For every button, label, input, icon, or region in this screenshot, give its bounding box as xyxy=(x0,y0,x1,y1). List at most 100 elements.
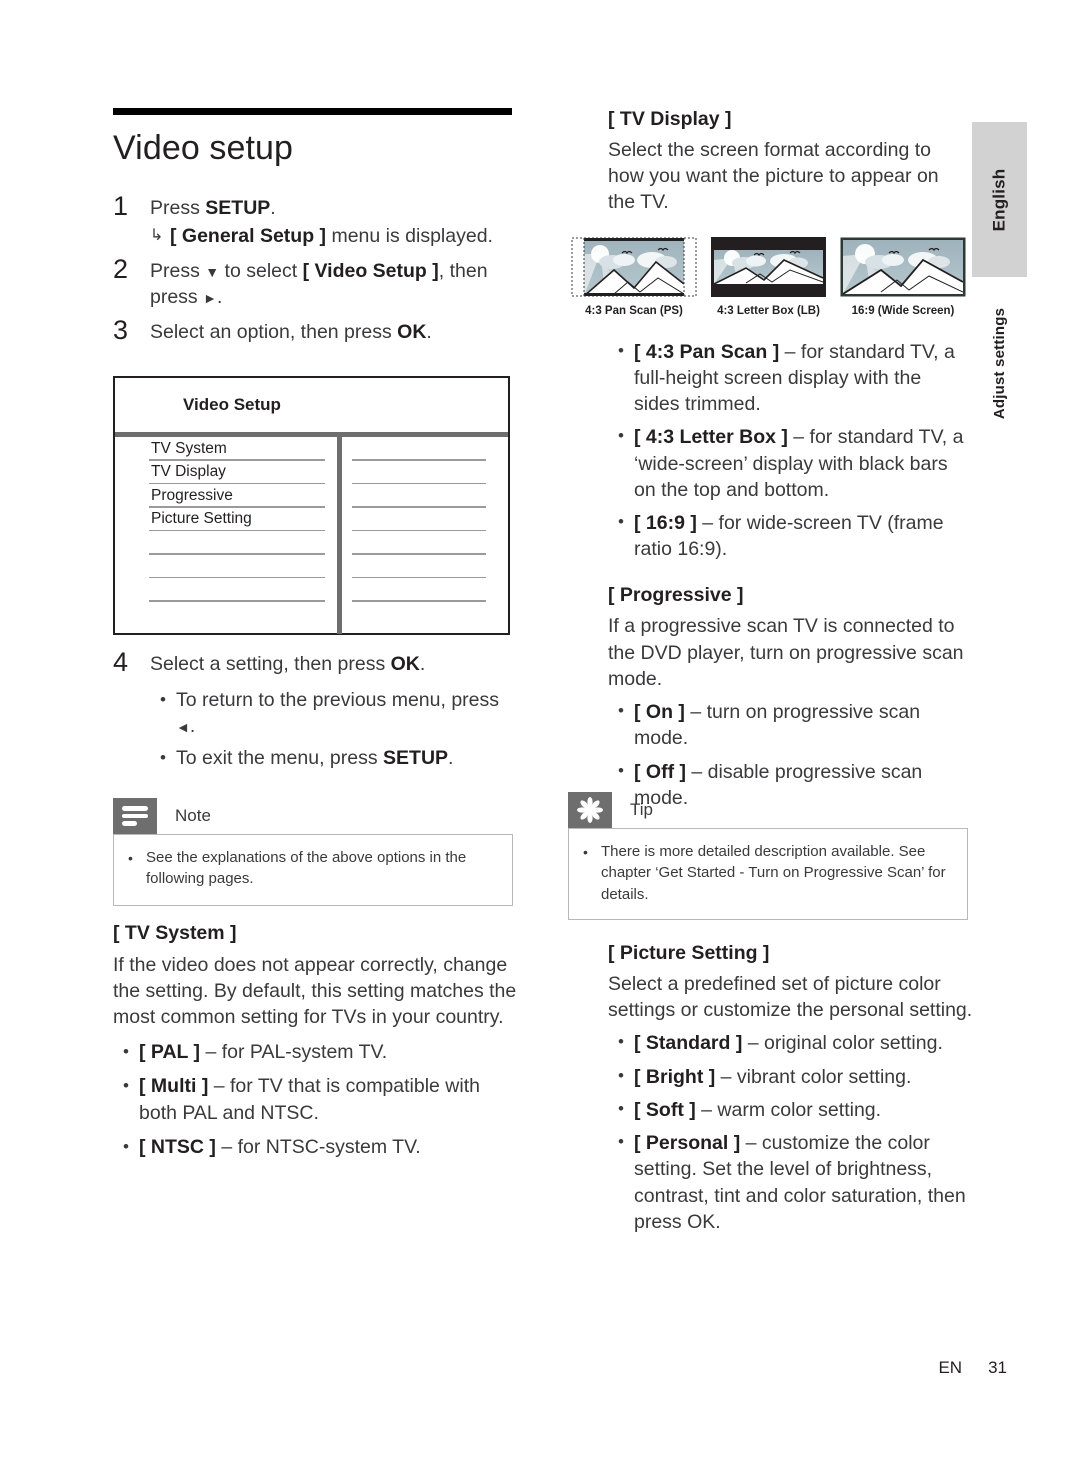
step-4-block: 4 Select a setting, then press OK. • To … xyxy=(113,648,513,772)
arrow-right-hook-icon: ↳ xyxy=(150,226,164,244)
bullet-text: To return to the previous menu, press ◄. xyxy=(176,687,513,740)
setup-label: SETUP xyxy=(383,746,449,769)
side-tab-section-label: Adjust settings xyxy=(991,307,1008,419)
bullet-dot-icon: • xyxy=(583,844,588,860)
list-item: • There is more detailed description ava… xyxy=(583,841,953,905)
bullet-dot-icon: • xyxy=(160,689,166,709)
wide-screen-figure: 16:9 (Wide Screen) xyxy=(839,236,967,317)
side-tab-section: Adjust settings xyxy=(972,288,1027,438)
note-lines-icon xyxy=(113,798,157,834)
step-2-mid: to select xyxy=(219,259,303,282)
letter-box-figure: 4:3 Letter Box (LB) xyxy=(710,236,827,317)
bullet-dot-icon: • xyxy=(123,1137,129,1157)
table-row[interactable] xyxy=(115,531,337,555)
tip-body: • There is more detailed description ava… xyxy=(568,828,968,920)
video-setup-left-column: TV System TV Display Progressive Picture… xyxy=(115,437,337,634)
table-row[interactable]: Picture Setting xyxy=(115,508,337,531)
step-body: Press SETUP. ↳ [ General Setup ] menu is… xyxy=(150,196,513,250)
wide-screen-image xyxy=(840,237,966,297)
bullet-dot-icon: • xyxy=(618,1098,624,1118)
table-row-value[interactable] xyxy=(342,508,508,531)
soft-label: [ Soft ] xyxy=(634,1098,696,1121)
row-label-tv-display: TV Display xyxy=(151,463,226,480)
ok-label: OK xyxy=(390,653,420,675)
bullet-text: [ Multi ] – for TV that is compatible wi… xyxy=(139,1073,523,1126)
video-setup-right-column xyxy=(342,437,508,634)
table-row[interactable]: TV System xyxy=(115,437,337,461)
table-row[interactable] xyxy=(115,555,337,578)
letter-box-caption: 4:3 Letter Box (LB) xyxy=(717,304,820,317)
note-callout: Note • See the explanations of the above… xyxy=(113,798,513,906)
tv-system-section: [ TV System ] If the video does not appe… xyxy=(113,922,523,1161)
title-rule xyxy=(113,108,512,115)
table-row-value[interactable] xyxy=(342,484,508,508)
table-row[interactable]: Progressive xyxy=(115,484,337,508)
list-item: • [ 4:3 Letter Box ] – for standard TV, … xyxy=(608,424,968,503)
list-item: • [ Multi ] – for TV that is compatible … xyxy=(113,1073,523,1126)
table-row[interactable]: TV Display xyxy=(115,461,337,484)
picture-setting-section: [ Picture Setting ] Select a predefined … xyxy=(608,942,978,1235)
wide-screen-screen xyxy=(839,236,967,298)
bullet-text: [ 4:3 Pan Scan ] – for standard TV, a fu… xyxy=(634,339,968,418)
pan-scan-caption: 4:3 Pan Scan (PS) xyxy=(585,304,683,317)
list-item: • [ PAL ] – for PAL-system TV. xyxy=(113,1039,523,1066)
arrow-down-icon: ▼ xyxy=(205,263,220,280)
list-item: • [ Personal ] – customize the color set… xyxy=(608,1130,978,1235)
standard-rest: – original color setting. xyxy=(742,1032,943,1055)
bullet-dot-icon: • xyxy=(618,511,624,531)
soft-rest: – warm color setting. xyxy=(695,1098,882,1121)
pan-scan-figure: 4:3 Pan Scan (PS) xyxy=(570,236,698,317)
step-1: 1 Press SETUP. ↳ [ General Setup ] menu … xyxy=(113,192,513,250)
bullet-dot-icon: • xyxy=(160,747,166,767)
note-tab: Note xyxy=(113,798,513,834)
personal-label: [ Personal ] xyxy=(634,1132,741,1155)
pan-scan-image xyxy=(571,237,697,297)
step-3-text-after: . xyxy=(426,320,432,343)
row-label-progressive: Progressive xyxy=(151,486,233,504)
table-row-value[interactable] xyxy=(342,531,508,555)
step-1-bold: SETUP xyxy=(205,197,271,219)
tip-tab: Tip xyxy=(568,792,968,828)
video-setup-screen: Video Setup TV System TV Display Progres… xyxy=(113,376,510,635)
video-setup-header-title: Video Setup xyxy=(183,395,281,414)
list-item: • See the explanations of the above opti… xyxy=(128,847,498,890)
bullet-1-after: . xyxy=(448,746,454,769)
table-row[interactable] xyxy=(115,602,337,626)
list-item: • [ 4:3 Pan Scan ] – for standard TV, a … xyxy=(608,339,968,418)
bullet-1-before: To exit the menu, press xyxy=(176,746,384,769)
tv-system-heading: [ TV System ] xyxy=(113,922,237,944)
list-item: • [ On ] – turn on progressive scan mode… xyxy=(608,699,968,751)
step-3: 3 Select an option, then press OK. xyxy=(113,315,513,346)
right-column: [ TV Display ] Select the screen format … xyxy=(571,108,968,811)
side-tab-language: English xyxy=(972,122,1027,277)
bullet-dot-icon: • xyxy=(618,340,624,360)
side-tab-language-label: English xyxy=(989,168,1009,231)
page-footer: EN 31 xyxy=(938,1358,1007,1378)
bright-rest: – vibrant color setting. xyxy=(715,1065,912,1088)
step-3-text-before: Select an option, then press xyxy=(150,320,398,343)
tv-system-bullets: • [ PAL ] – for PAL-system TV. • [ Multi… xyxy=(113,1039,523,1161)
table-row-value[interactable] xyxy=(342,602,508,626)
footer-page-number: 31 xyxy=(988,1358,1007,1377)
list-item: • To exit the menu, press SETUP. xyxy=(150,745,513,772)
progressive-heading: [ Progressive ] xyxy=(608,584,744,607)
table-row-value[interactable] xyxy=(342,578,508,602)
step-body: Select a setting, then press OK. xyxy=(150,652,513,678)
step-body: Press ▼ to select [ Video Setup ], then … xyxy=(150,259,513,311)
tv-display-figures: 4:3 Pan Scan (PS) 4:3 Letter Box (LB) 16… xyxy=(570,236,968,317)
tip-label: Tip xyxy=(630,800,653,819)
step-number: 4 xyxy=(113,647,129,677)
step-4-text-after: . xyxy=(419,653,426,675)
table-row-value[interactable] xyxy=(342,461,508,484)
list-item: • [ 16:9 ] – for wide-screen TV (frame r… xyxy=(608,510,968,562)
video-setup-header: Video Setup xyxy=(115,378,508,432)
step-1-substep: ↳ [ General Setup ] menu is displayed. xyxy=(150,224,513,250)
numbered-steps: 1 Press SETUP. ↳ [ General Setup ] menu … xyxy=(113,192,513,346)
step-4: 4 Select a setting, then press OK. xyxy=(113,648,513,678)
table-row[interactable] xyxy=(115,578,337,602)
standard-label: [ Standard ] xyxy=(634,1032,743,1055)
asterisk-icon xyxy=(568,792,612,828)
table-row-value[interactable] xyxy=(342,555,508,578)
table-row-value[interactable] xyxy=(342,437,508,461)
list-item: • [ Bright ] – vibrant color setting. xyxy=(608,1064,978,1090)
